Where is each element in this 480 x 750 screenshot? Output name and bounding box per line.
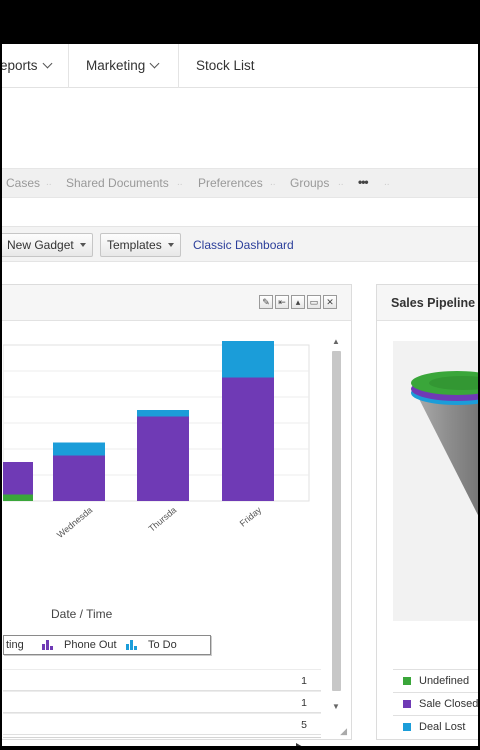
table-row[interactable]: 1	[3, 691, 321, 713]
scroll-thumb[interactable]	[332, 351, 341, 691]
tab-separator: ..	[384, 177, 390, 188]
sales-pipeline-gadget: Sales Pipeline Undefined Sale Closed Dea…	[376, 284, 478, 740]
caret-down-icon	[79, 243, 86, 247]
x-tick-label: Wednesda	[55, 505, 94, 540]
row-count: 5	[301, 719, 307, 731]
nav-marketing-label: Marketing	[86, 58, 146, 73]
legend-undefined-label: Undefined	[419, 675, 470, 687]
nav-divider	[178, 44, 179, 88]
legend-deal-lost-label: Deal Lost	[419, 721, 466, 733]
bar-phone-out[interactable]	[137, 416, 189, 502]
nav-reports-label: eports	[2, 58, 38, 73]
tab-separator: ..	[270, 177, 276, 188]
undefined-swatch	[403, 677, 411, 685]
activity-chart: Wednesda Thursda Friday	[3, 341, 310, 540]
tab-separator: ..	[338, 177, 344, 188]
sales-pipeline-title: Sales Pipeline	[391, 296, 476, 310]
module-tabs: Cases .. Shared Documents .. Preferences…	[2, 168, 478, 198]
x-tick-label: Thursda	[147, 505, 179, 534]
gadget-header: Sales Pipeline	[377, 285, 478, 321]
tab-groups[interactable]: Groups	[290, 169, 329, 197]
nav-reports[interactable]: eports	[2, 44, 52, 88]
bar-to-do[interactable]	[137, 410, 189, 417]
sale-closed-swatch	[403, 700, 411, 708]
app-screen: eports Marketing Stock List Cases .. Sha…	[2, 44, 478, 746]
resize-handle-icon[interactable]: ◢	[340, 726, 347, 737]
deal-lost-swatch	[403, 723, 411, 731]
table-pager	[3, 737, 321, 746]
chevron-down-icon	[42, 58, 52, 69]
tab-preferences[interactable]: Preferences	[198, 169, 263, 197]
caret-down-icon	[167, 243, 174, 247]
dashboard-toolbar: New Gadget Templates Classic Dashboard	[2, 226, 478, 262]
bar-ting[interactable]	[3, 494, 33, 502]
x-tick-label: Friday	[238, 505, 264, 529]
pipeline-legend-item: Sale Closed	[393, 692, 478, 714]
templates-button[interactable]: Templates	[100, 233, 181, 257]
more-tabs-icon[interactable]: •••	[358, 169, 369, 197]
table-row[interactable]: 5	[3, 713, 321, 735]
x-axis-title: Date / Time	[51, 607, 113, 621]
chevron-down-icon	[149, 58, 160, 69]
nav-stock-list[interactable]: Stock List	[196, 44, 255, 88]
next-page-icon[interactable]	[296, 743, 305, 746]
pin-icon[interactable]: ⇤	[275, 295, 289, 309]
bar-phone-out[interactable]	[3, 462, 33, 495]
row-count: 1	[301, 697, 307, 709]
tab-shared-documents[interactable]: Shared Documents	[66, 169, 169, 197]
gadget-scrollbar[interactable]: ▲ ▼	[329, 337, 343, 711]
legend-sale-closed-label: Sale Closed	[419, 698, 478, 710]
chart-legend: ting Phone Out To Do	[3, 635, 211, 655]
bar-to-do[interactable]	[53, 442, 105, 456]
legend-to-do-label: To Do	[148, 639, 177, 651]
tab-separator: ..	[46, 177, 52, 188]
tab-cases[interactable]: Cases	[6, 169, 40, 197]
nav-divider	[68, 44, 69, 88]
nav-stock-list-label: Stock List	[196, 58, 255, 73]
pipeline-legend-item: Deal Lost	[393, 715, 478, 737]
templates-label: Templates	[107, 238, 162, 252]
row-count: 1	[301, 675, 307, 687]
activity-gadget: ✎ ⇤ ▴ ▭ ✕ Wednesda Thursda Friday Date / T…	[2, 284, 352, 746]
phone-out-bar-icon	[42, 640, 53, 650]
pipeline-legend-item: Undefined	[393, 669, 478, 691]
scroll-down-icon[interactable]: ▼	[332, 702, 340, 711]
classic-dashboard-link[interactable]: Classic Dashboard	[193, 233, 294, 257]
tab-separator: ..	[177, 177, 183, 188]
nav-marketing[interactable]: Marketing	[86, 44, 160, 88]
funnel-graphic	[411, 371, 478, 516]
table-row[interactable]: 1	[3, 669, 321, 691]
legend-phone-out-label: Phone Out	[64, 639, 117, 651]
maximize-icon[interactable]: ▭	[307, 295, 321, 309]
new-gadget-button[interactable]: New Gadget	[2, 233, 93, 257]
pipeline-chart	[393, 341, 478, 621]
close-icon[interactable]: ✕	[323, 295, 337, 309]
top-navigation: eports Marketing Stock List	[2, 44, 478, 88]
legend-meeting-label: ting	[6, 639, 24, 651]
bar-phone-out[interactable]	[222, 377, 274, 502]
collapse-icon[interactable]: ▴	[291, 295, 305, 309]
bar-phone-out[interactable]	[53, 455, 105, 502]
gadget-header: ✎ ⇤ ▴ ▭ ✕	[2, 285, 351, 321]
scroll-up-icon[interactable]: ▲	[332, 337, 340, 346]
activity-table: 1 1 5	[3, 669, 321, 735]
edit-icon[interactable]: ✎	[259, 295, 273, 309]
bar-to-do[interactable]	[222, 341, 274, 378]
new-gadget-label: New Gadget	[7, 238, 74, 252]
to-do-bar-icon	[126, 640, 137, 650]
